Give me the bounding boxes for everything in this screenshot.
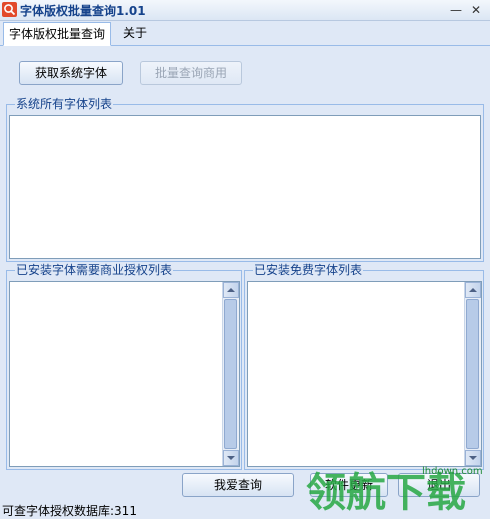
main-panel: 获取系统字体 批量查询商用 系统所有字体列表 已安装字体需要商业授权列表 已安装… bbox=[0, 46, 490, 473]
commercial-fonts-group-title: 已安装字体需要商业授权列表 bbox=[15, 263, 174, 277]
commercial-fonts-list[interactable] bbox=[9, 281, 240, 467]
all-fonts-list[interactable] bbox=[9, 115, 481, 259]
tab-batch-query[interactable]: 字体版权批量查询 bbox=[3, 22, 112, 46]
free-list-scrollbar[interactable] bbox=[464, 282, 481, 466]
scroll-thumb[interactable] bbox=[466, 299, 479, 449]
minimize-button[interactable]: — bbox=[446, 1, 466, 19]
love-query-button[interactable]: 我爱查询 bbox=[182, 473, 294, 497]
all-fonts-group-title: 系统所有字体列表 bbox=[15, 97, 114, 111]
scroll-thumb[interactable] bbox=[224, 299, 237, 449]
free-fonts-group: 已安装免费字体列表 bbox=[244, 263, 484, 470]
tab-strip: 字体版权批量查询 关于 bbox=[0, 21, 490, 46]
exit-button[interactable]: 退出 bbox=[398, 473, 480, 497]
title-bar: 字体版权批量查询1.01 — ✕ bbox=[0, 0, 490, 21]
close-button[interactable]: ✕ bbox=[466, 1, 486, 19]
scroll-down-arrow-icon[interactable] bbox=[223, 450, 239, 466]
batch-query-commercial-button[interactable]: 批量查询商用 bbox=[140, 61, 242, 85]
minimize-icon: — bbox=[450, 3, 462, 17]
app-search-icon bbox=[2, 2, 17, 17]
status-bar: 可查字体授权数据库:311 bbox=[2, 504, 137, 518]
free-fonts-group-title: 已安装免费字体列表 bbox=[253, 263, 364, 277]
software-update-button[interactable]: 软件更新 bbox=[310, 473, 388, 497]
get-system-fonts-button[interactable]: 获取系统字体 bbox=[19, 61, 123, 85]
window-title: 字体版权批量查询1.01 bbox=[20, 4, 146, 18]
scroll-up-arrow-icon[interactable] bbox=[465, 282, 481, 298]
tab-about[interactable]: 关于 bbox=[118, 22, 152, 44]
free-fonts-list[interactable] bbox=[247, 281, 482, 467]
all-fonts-group: 系统所有字体列表 bbox=[6, 97, 484, 262]
scroll-up-arrow-icon[interactable] bbox=[223, 282, 239, 298]
close-icon: ✕ bbox=[470, 3, 482, 17]
commercial-fonts-group: 已安装字体需要商业授权列表 bbox=[6, 263, 242, 470]
commercial-list-scrollbar[interactable] bbox=[222, 282, 239, 466]
scroll-down-arrow-icon[interactable] bbox=[465, 450, 481, 466]
